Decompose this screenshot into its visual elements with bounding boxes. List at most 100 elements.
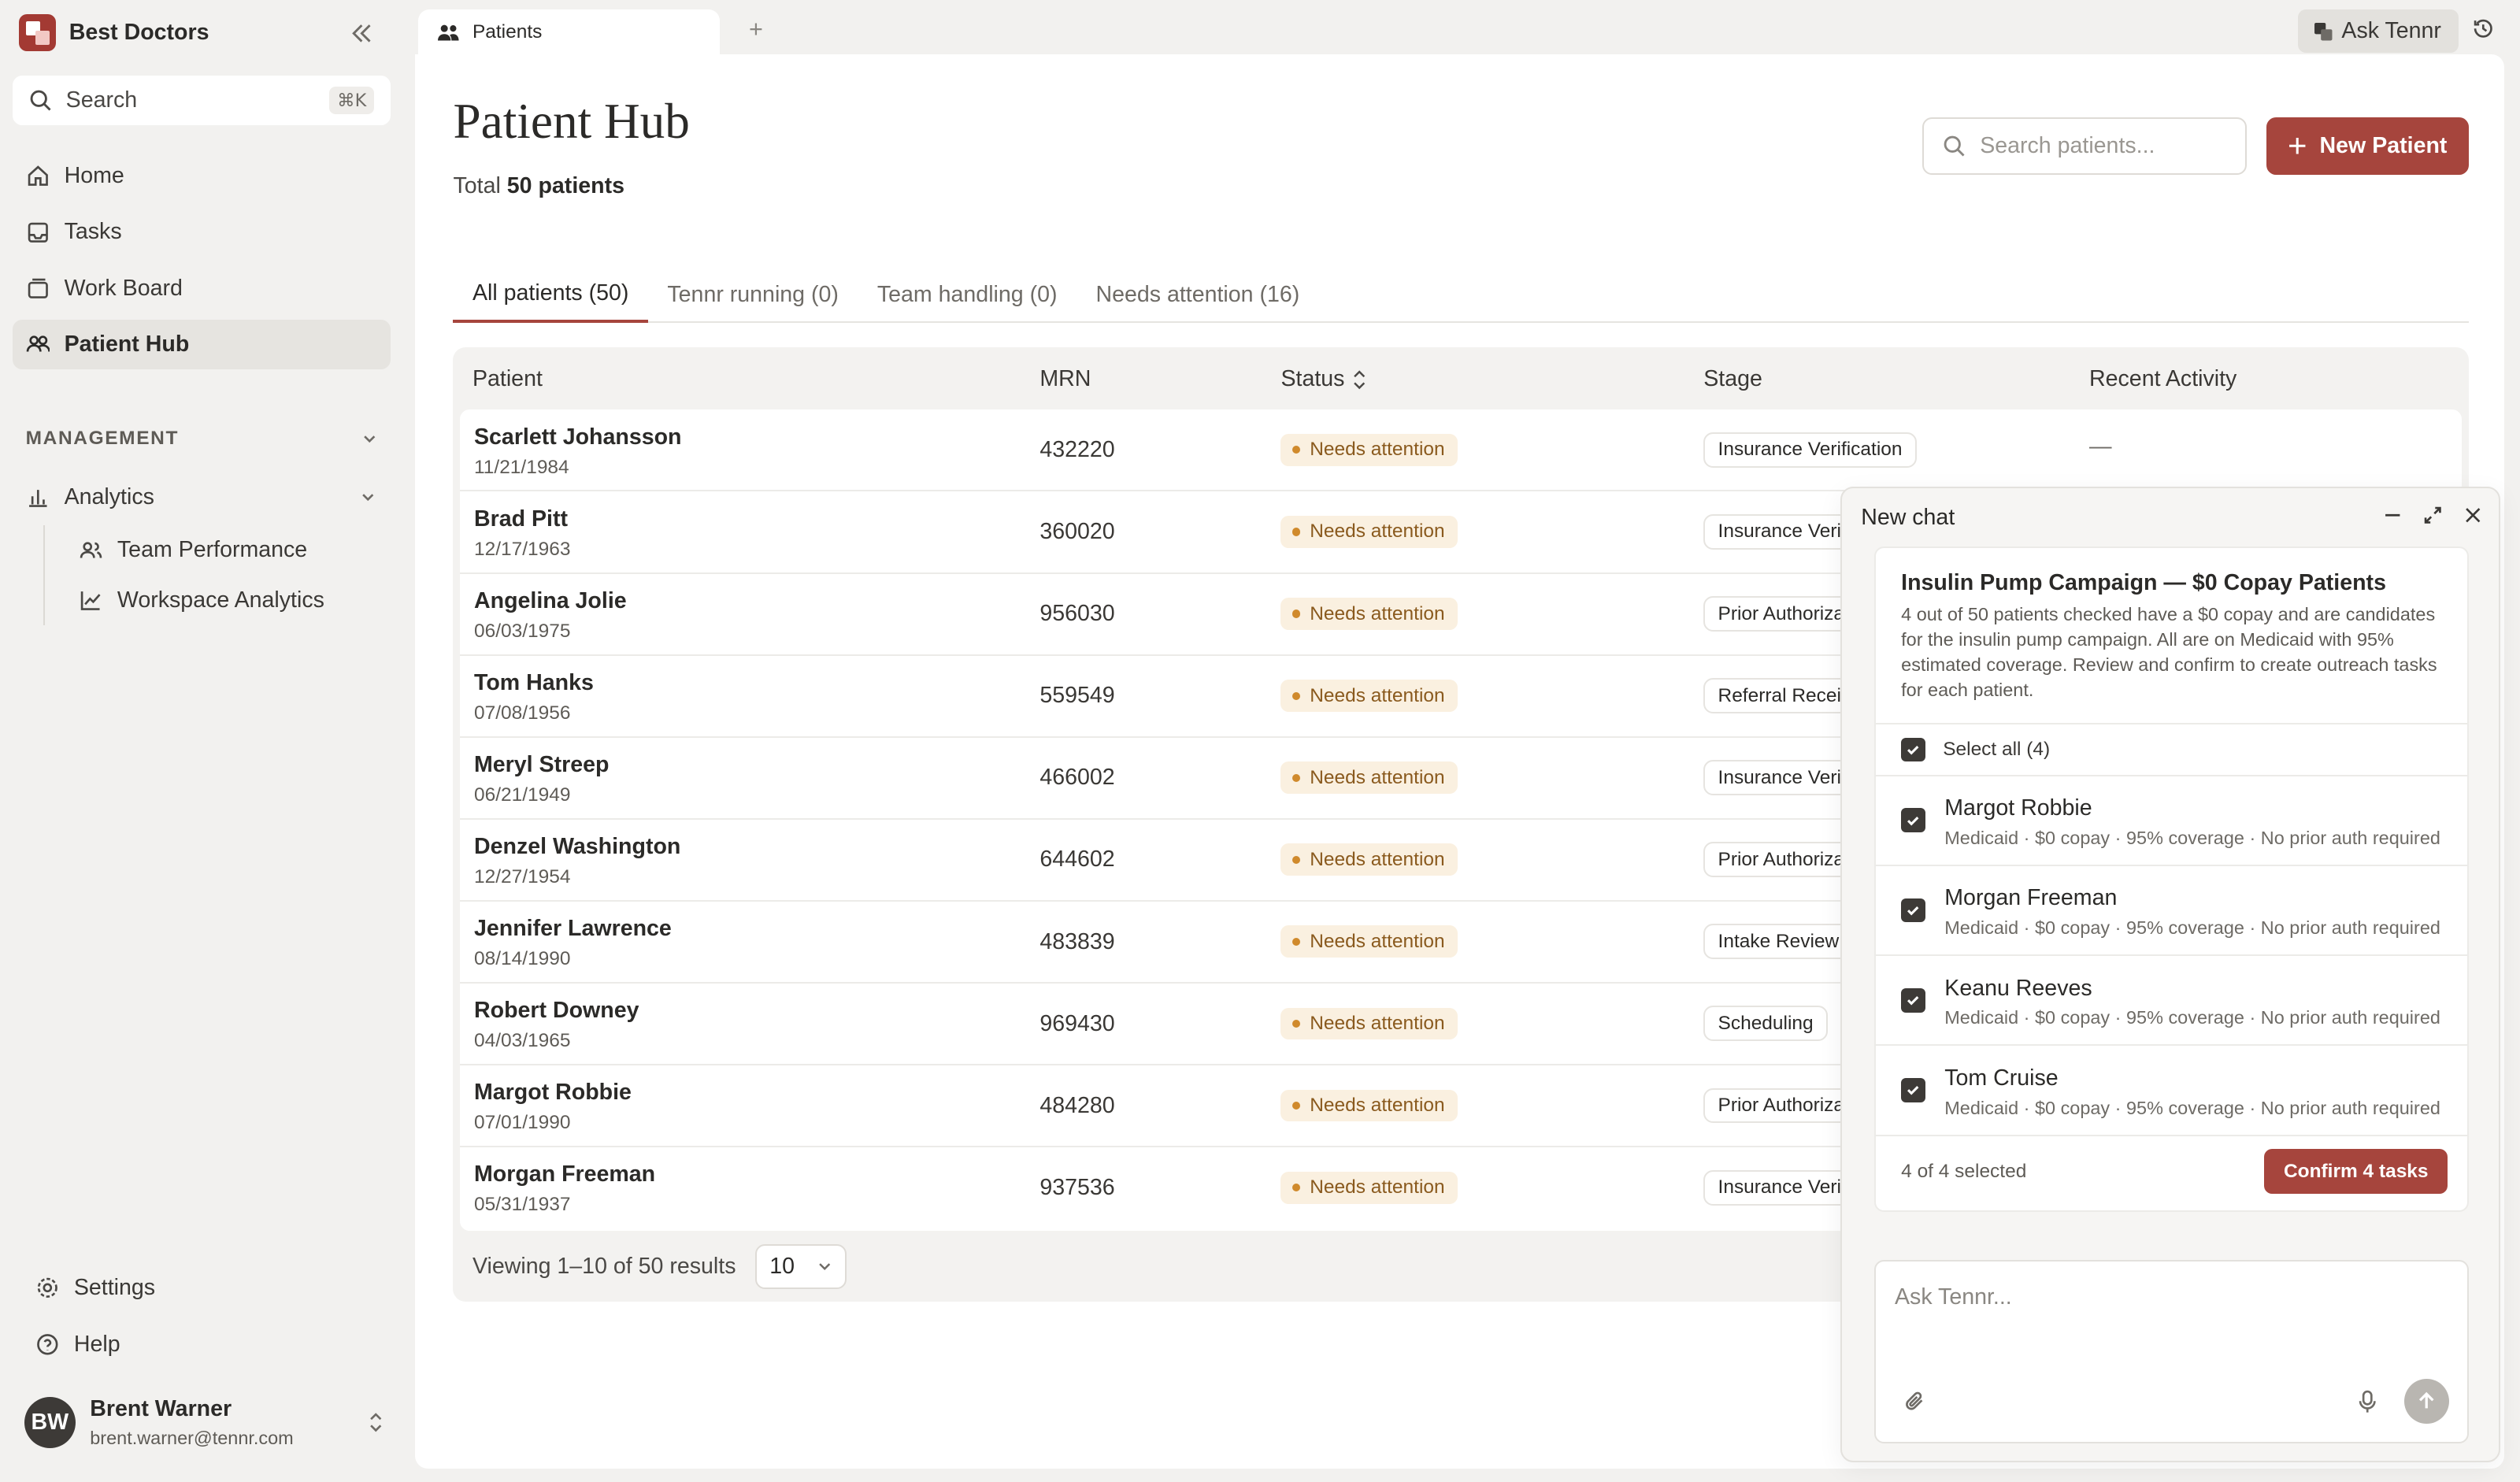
campaign-patient-name: Morgan Freeman bbox=[1944, 885, 2118, 911]
close-icon[interactable] bbox=[2463, 505, 2484, 526]
checkbox-checked-icon[interactable] bbox=[1901, 808, 1925, 833]
status-label: Needs attention bbox=[1310, 684, 1445, 706]
patient-count: Total 50 patients bbox=[453, 173, 624, 199]
microphone-icon[interactable] bbox=[2358, 1390, 2377, 1414]
confirm-tasks-button[interactable]: Confirm 4 tasks bbox=[2264, 1149, 2448, 1195]
page-title: Patient Hub bbox=[453, 94, 690, 150]
nav-item-work-board[interactable]: Work Board bbox=[13, 264, 391, 313]
workspace-name: Best Doctors bbox=[69, 20, 209, 46]
status-badge: Needs attention bbox=[1280, 925, 1458, 958]
tab-needs-attention[interactable]: Needs attention (16) bbox=[1077, 267, 1319, 323]
chat-panel: New chat Insulin Pump Campaign — $0 Copa… bbox=[1840, 487, 2501, 1463]
status-badge: Needs attention bbox=[1280, 598, 1458, 630]
patient-mrn: 969430 bbox=[1040, 1010, 1115, 1036]
expand-icon[interactable] bbox=[2422, 505, 2444, 526]
tab-tennr-running[interactable]: Tennr running (0) bbox=[648, 267, 858, 323]
sidebar-search-label: Search bbox=[65, 87, 138, 113]
checkbox-checked-icon[interactable] bbox=[1901, 1078, 1925, 1102]
sidebar-search[interactable]: Search ⌘K bbox=[13, 75, 391, 126]
campaign-footer: 4 of 4 selected Confirm 4 tasks bbox=[1901, 1149, 2448, 1195]
patient-dob: 04/03/1965 bbox=[474, 1030, 571, 1052]
ask-tennr-button[interactable]: Ask Tennr bbox=[2298, 9, 2459, 54]
column-header-mrn[interactable]: MRN bbox=[1040, 366, 1091, 392]
status-badge: Needs attention bbox=[1280, 516, 1458, 548]
status-label: Needs attention bbox=[1310, 766, 1445, 788]
ask-tennr-label: Ask Tennr bbox=[2341, 18, 2441, 44]
management-section-label: MANAGEMENT bbox=[25, 427, 180, 449]
campaign-patient-item[interactable]: Margot Robbie Medicaid · $0 copay · 95% c… bbox=[1875, 776, 2467, 866]
send-button[interactable] bbox=[2403, 1378, 2450, 1425]
avatar: BW bbox=[24, 1396, 76, 1449]
campaign-description: 4 out of 50 patients checked have a $0 c… bbox=[1901, 604, 2437, 700]
nav-item-analytics[interactable]: Analytics bbox=[13, 472, 391, 522]
patient-mrn: 559549 bbox=[1040, 683, 1115, 709]
campaign-patient-item[interactable]: Tom Cruise Medicaid · $0 copay · 95% cove… bbox=[1875, 1046, 2467, 1136]
table-footer: Viewing 1–10 of 50 results 10 bbox=[472, 1243, 847, 1289]
nav-item-help[interactable]: Help bbox=[26, 1319, 380, 1369]
bar-chart-icon bbox=[26, 485, 50, 509]
nav-item-workspace-analytics[interactable]: Workspace Analytics bbox=[45, 576, 381, 625]
patient-search-input[interactable]: Search patients... bbox=[1980, 133, 2155, 159]
minimize-icon[interactable] bbox=[2382, 505, 2403, 526]
team-icon bbox=[79, 539, 103, 563]
campaign-patient-meta: Medicaid · $0 copay · 95% coverage · No … bbox=[1944, 1007, 2440, 1028]
nav-item-tasks[interactable]: Tasks bbox=[13, 207, 391, 257]
status-badge: Needs attention bbox=[1280, 1089, 1458, 1122]
nav-item-patient-hub[interactable]: Patient Hub bbox=[13, 320, 391, 370]
column-header-patient[interactable]: Patient bbox=[472, 366, 543, 392]
patient-search[interactable]: Search patients... bbox=[1922, 117, 2248, 176]
chat-input[interactable] bbox=[1895, 1284, 2441, 1310]
history-icon[interactable] bbox=[2472, 17, 2495, 40]
new-tab-button[interactable]: + bbox=[749, 16, 763, 43]
tab-team-handling[interactable]: Team handling (0) bbox=[858, 267, 1077, 323]
campaign-patient-name: Keanu Reeves bbox=[1944, 975, 2092, 1001]
secondary-nav: Settings Help bbox=[26, 1263, 380, 1376]
status-dot-icon bbox=[1292, 1183, 1300, 1192]
patient-dob: 08/14/1990 bbox=[474, 948, 571, 970]
patient-name: Scarlett Johansson bbox=[474, 424, 682, 450]
column-header-stage[interactable]: Stage bbox=[1703, 366, 1762, 392]
select-all-label: Select all (4) bbox=[1943, 738, 2051, 760]
patient-dob: 06/03/1975 bbox=[474, 620, 571, 642]
nav-item-settings[interactable]: Settings bbox=[26, 1263, 380, 1313]
status-dot-icon bbox=[1292, 446, 1300, 454]
table-row[interactable]: Scarlett Johansson 11/21/1984 432220 Needs … bbox=[459, 409, 2463, 492]
page-size-select[interactable]: 10 bbox=[754, 1243, 847, 1289]
collapse-sidebar-icon[interactable] bbox=[347, 19, 376, 48]
total-prefix: Total bbox=[453, 173, 501, 199]
new-patient-button[interactable]: New Patient bbox=[2266, 117, 2469, 176]
user-menu[interactable]: BW Brent Warner brent.warner@tennr.com bbox=[24, 1396, 386, 1449]
paperclip-icon[interactable] bbox=[1904, 1390, 1927, 1413]
select-all-checkbox[interactable]: Select all (4) bbox=[1875, 723, 2467, 776]
tab-all-patients[interactable]: All patients (50) bbox=[453, 267, 648, 324]
checkbox-checked-icon[interactable] bbox=[1901, 898, 1925, 923]
campaign-patient-item[interactable]: Keanu Reeves Medicaid · $0 copay · 95% co… bbox=[1875, 956, 2467, 1047]
plus-icon bbox=[2288, 136, 2307, 155]
patient-mrn: 644602 bbox=[1040, 847, 1115, 873]
home-icon bbox=[26, 164, 50, 188]
campaign-patient-item[interactable]: Morgan Freeman Medicaid · $0 copay · 95% … bbox=[1875, 866, 2467, 957]
tab-bar: Patients + Ask Tennr bbox=[415, 0, 2520, 55]
patient-name: Denzel Washington bbox=[474, 834, 681, 860]
patient-dob: 05/31/1937 bbox=[474, 1194, 571, 1216]
nav-label-analytics: Analytics bbox=[64, 484, 154, 510]
status-dot-icon bbox=[1292, 1019, 1300, 1028]
status-label: Needs attention bbox=[1310, 439, 1445, 461]
nav-item-team-performance[interactable]: Team Performance bbox=[45, 525, 381, 575]
management-section-toggle[interactable]: MANAGEMENT bbox=[26, 428, 380, 450]
patient-name: Meryl Streep bbox=[474, 752, 610, 778]
tab-patients[interactable]: Patients bbox=[417, 9, 721, 55]
inbox-icon bbox=[26, 220, 50, 245]
status-dot-icon bbox=[1292, 691, 1300, 700]
workspace-switcher[interactable]: Best Doctors bbox=[19, 14, 209, 52]
nav-item-home[interactable]: Home bbox=[13, 151, 391, 201]
column-header-status[interactable]: Status bbox=[1280, 366, 1367, 392]
status-label: Needs attention bbox=[1310, 602, 1445, 624]
checkbox-checked-icon[interactable] bbox=[1901, 988, 1925, 1013]
users-icon bbox=[437, 23, 460, 42]
tab-label: Patients bbox=[472, 20, 543, 43]
search-shortcut: ⌘K bbox=[328, 87, 375, 114]
new-patient-label: New Patient bbox=[2319, 133, 2448, 159]
line-chart-icon bbox=[79, 588, 103, 613]
column-header-recent-activity[interactable]: Recent Activity bbox=[2089, 366, 2236, 392]
